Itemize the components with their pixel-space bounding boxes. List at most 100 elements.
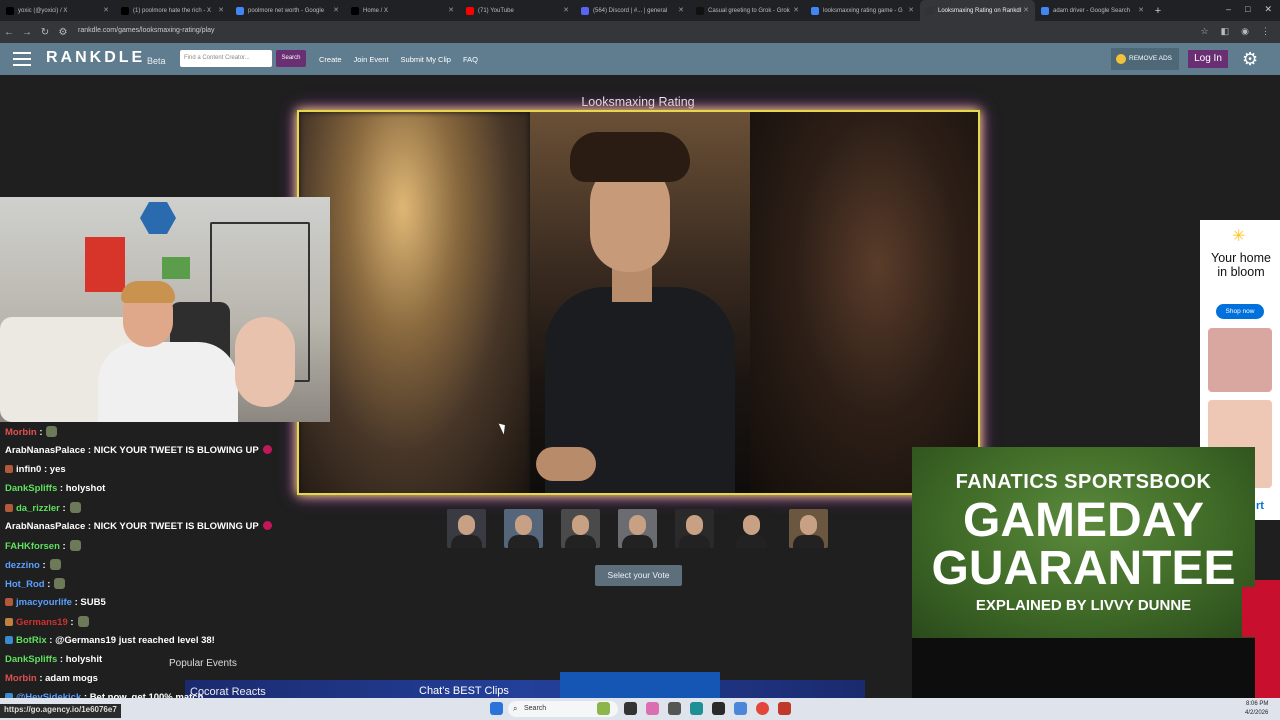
browser-tab[interactable]: looksmaxxing rating game - G ✕ xyxy=(805,0,920,21)
shop-now-button[interactable]: Shop now xyxy=(1216,304,1264,319)
login-button[interactable]: Log In xyxy=(1188,50,1228,68)
bookmark-star-icon[interactable]: ☆ xyxy=(1201,26,1209,37)
chrome-icon[interactable] xyxy=(756,702,769,715)
vote-option-thumbnail[interactable] xyxy=(618,509,657,548)
chat-username[interactable]: infin0 xyxy=(16,464,41,475)
search-button[interactable]: Search xyxy=(276,50,306,67)
site-logo[interactable]: RANKDLE xyxy=(46,49,145,67)
browser-tab[interactable]: poolmore net worth - Google ✕ xyxy=(230,0,345,21)
close-icon[interactable]: ✕ xyxy=(1264,4,1272,15)
browser-tab[interactable]: Casual greeting to Grok - Grok ✕ xyxy=(690,0,805,21)
tab-close-icon[interactable]: ✕ xyxy=(218,6,224,14)
chat-username[interactable]: Germans19 xyxy=(16,617,68,628)
chat-username[interactable]: dezzino xyxy=(5,560,40,571)
file-explorer-icon[interactable] xyxy=(624,702,637,715)
start-icon[interactable] xyxy=(490,702,503,715)
chat-username[interactable]: jmacyourlife xyxy=(16,597,72,608)
chat-message: ArabNanasPalace : NICK YOUR TWEET IS BLO… xyxy=(5,445,272,456)
back-icon[interactable]: ← xyxy=(0,27,18,38)
nav-create[interactable]: Create xyxy=(319,55,342,64)
chat-emote-icon xyxy=(54,578,66,589)
chat-text: : NICK YOUR TWEET IS BLOWING UP xyxy=(87,445,259,456)
chat-username[interactable]: BotRix xyxy=(16,635,47,646)
edge-icon[interactable] xyxy=(690,702,703,715)
tab-close-icon[interactable]: ✕ xyxy=(103,6,109,14)
browser-tab[interactable]: adam driver - Google Search ✕ xyxy=(1035,0,1150,21)
vote-option-thumbnail[interactable] xyxy=(675,509,714,548)
chat-username[interactable]: FAHKforsen xyxy=(5,541,60,552)
clock-date: 4/2/2026 xyxy=(1245,710,1269,716)
minimize-icon[interactable]: – xyxy=(1226,4,1231,15)
wall-poster xyxy=(85,237,125,292)
nav-submit-clip[interactable]: Submit My Clip xyxy=(401,55,451,64)
vote-option-thumbnail[interactable] xyxy=(504,509,543,548)
extensions-icon[interactable]: ◧ xyxy=(1221,26,1230,37)
chat-username[interactable]: da_rizzler xyxy=(16,503,60,514)
chat-username[interactable]: DankSpliffs xyxy=(5,654,57,665)
tab-close-icon[interactable]: ✕ xyxy=(448,6,454,14)
vote-option-thumbnail[interactable] xyxy=(789,509,828,548)
tab-close-icon[interactable]: ✕ xyxy=(678,6,684,14)
chat-username[interactable]: DankSpliffs xyxy=(5,483,57,494)
chat-username[interactable]: Morbin xyxy=(5,673,37,684)
tab-close-icon[interactable]: ✕ xyxy=(1023,6,1029,14)
vote-option-thumbnail[interactable] xyxy=(447,509,486,548)
browser-tab[interactable]: Looksmaxing Rating on Rankdl ✕ xyxy=(920,0,1035,21)
fanatics-video-ad[interactable]: FANATICS SPORTSBOOK GAMEDAY GUARANTEE EX… xyxy=(912,447,1255,699)
reload-icon[interactable]: ↻ xyxy=(36,27,54,38)
store-icon[interactable] xyxy=(668,702,681,715)
chat-message: ArabNanasPalace : NICK YOUR TWEET IS BLO… xyxy=(5,521,272,532)
browser-tab[interactable]: (1) poolmore hate the rich - X ✕ xyxy=(115,0,230,21)
nav-join-event[interactable]: Join Event xyxy=(354,55,389,64)
browser-tab[interactable]: Home / X ✕ xyxy=(345,0,460,21)
tab-label: Casual greeting to Grok - Grok xyxy=(708,7,790,14)
settings-gear-icon[interactable]: ⚙ xyxy=(1242,49,1258,70)
ad-edge-text: rt xyxy=(1256,500,1264,512)
new-tab-button[interactable]: + xyxy=(1150,5,1166,17)
copilot-icon[interactable] xyxy=(646,702,659,715)
select-vote-button[interactable]: Select your Vote xyxy=(595,565,682,586)
browser-tab[interactable]: (71) YouTube ✕ xyxy=(460,0,575,21)
clip-thumbnail[interactable] xyxy=(560,672,720,698)
tab-label: (564) Discord | #... | general xyxy=(593,7,668,14)
maximize-icon[interactable]: □ xyxy=(1245,4,1250,15)
calculator-icon[interactable] xyxy=(712,702,725,715)
vote-option-thumbnail[interactable] xyxy=(732,509,771,548)
browser-tab-strip: yoxic (@yoxici) / X ✕ (1) poolmore hate th… xyxy=(0,0,1280,21)
nav-faq[interactable]: FAQ xyxy=(463,55,478,64)
browser-tab[interactable]: (564) Discord | #... | general ✕ xyxy=(575,0,690,21)
browser-tab[interactable]: yoxic (@yoxici) / X ✕ xyxy=(0,0,115,21)
chat-emote-icon xyxy=(77,616,89,627)
tab-close-icon[interactable]: ✕ xyxy=(1138,6,1144,14)
url-field[interactable]: rankdle.com/games/looksmaxing-rating/pla… xyxy=(78,27,215,34)
tab-close-icon[interactable]: ✕ xyxy=(333,6,339,14)
creator-search-input[interactable]: Find a Content Creator... xyxy=(180,50,272,67)
chat-badge-icon xyxy=(5,636,13,644)
chat-message: Germans19 : xyxy=(5,616,89,628)
photos-icon[interactable] xyxy=(734,702,747,715)
chat-username[interactable]: ArabNanasPalace xyxy=(5,521,85,532)
chat-badge-icon xyxy=(5,618,13,626)
chat-username[interactable]: ArabNanasPalace xyxy=(5,445,85,456)
remove-ads-button[interactable]: REMOVE ADS xyxy=(1111,48,1179,70)
app-icon[interactable] xyxy=(778,702,791,715)
tab-close-icon[interactable]: ✕ xyxy=(793,6,799,14)
chat-text: : xyxy=(42,560,46,571)
hamburger-menu-icon[interactable] xyxy=(13,52,31,66)
clip-title-2[interactable]: Chat's BEST Clips xyxy=(419,685,509,697)
tab-favicon-icon xyxy=(351,6,359,15)
chat-username[interactable]: Hot_Rod xyxy=(5,579,45,590)
chat-text: : xyxy=(39,427,43,438)
forward-icon[interactable]: → xyxy=(18,27,36,38)
profile-icon[interactable]: ◉ xyxy=(1241,26,1249,37)
remove-ads-label: REMOVE ADS xyxy=(1129,55,1172,62)
tab-close-icon[interactable]: ✕ xyxy=(563,6,569,14)
tab-close-icon[interactable]: ✕ xyxy=(908,6,914,14)
site-info-icon[interactable]: ⚙ xyxy=(54,27,72,38)
widgets-icon[interactable] xyxy=(597,702,610,715)
menu-dots-icon[interactable]: ⋮ xyxy=(1261,26,1270,37)
vote-option-thumbnail[interactable] xyxy=(561,509,600,548)
ad-main-text: GAMEDAY GUARANTEE xyxy=(912,497,1255,593)
clock[interactable]: 8:06 PM 4/2/2026 xyxy=(1245,700,1268,718)
chat-username[interactable]: Morbin xyxy=(5,427,37,438)
